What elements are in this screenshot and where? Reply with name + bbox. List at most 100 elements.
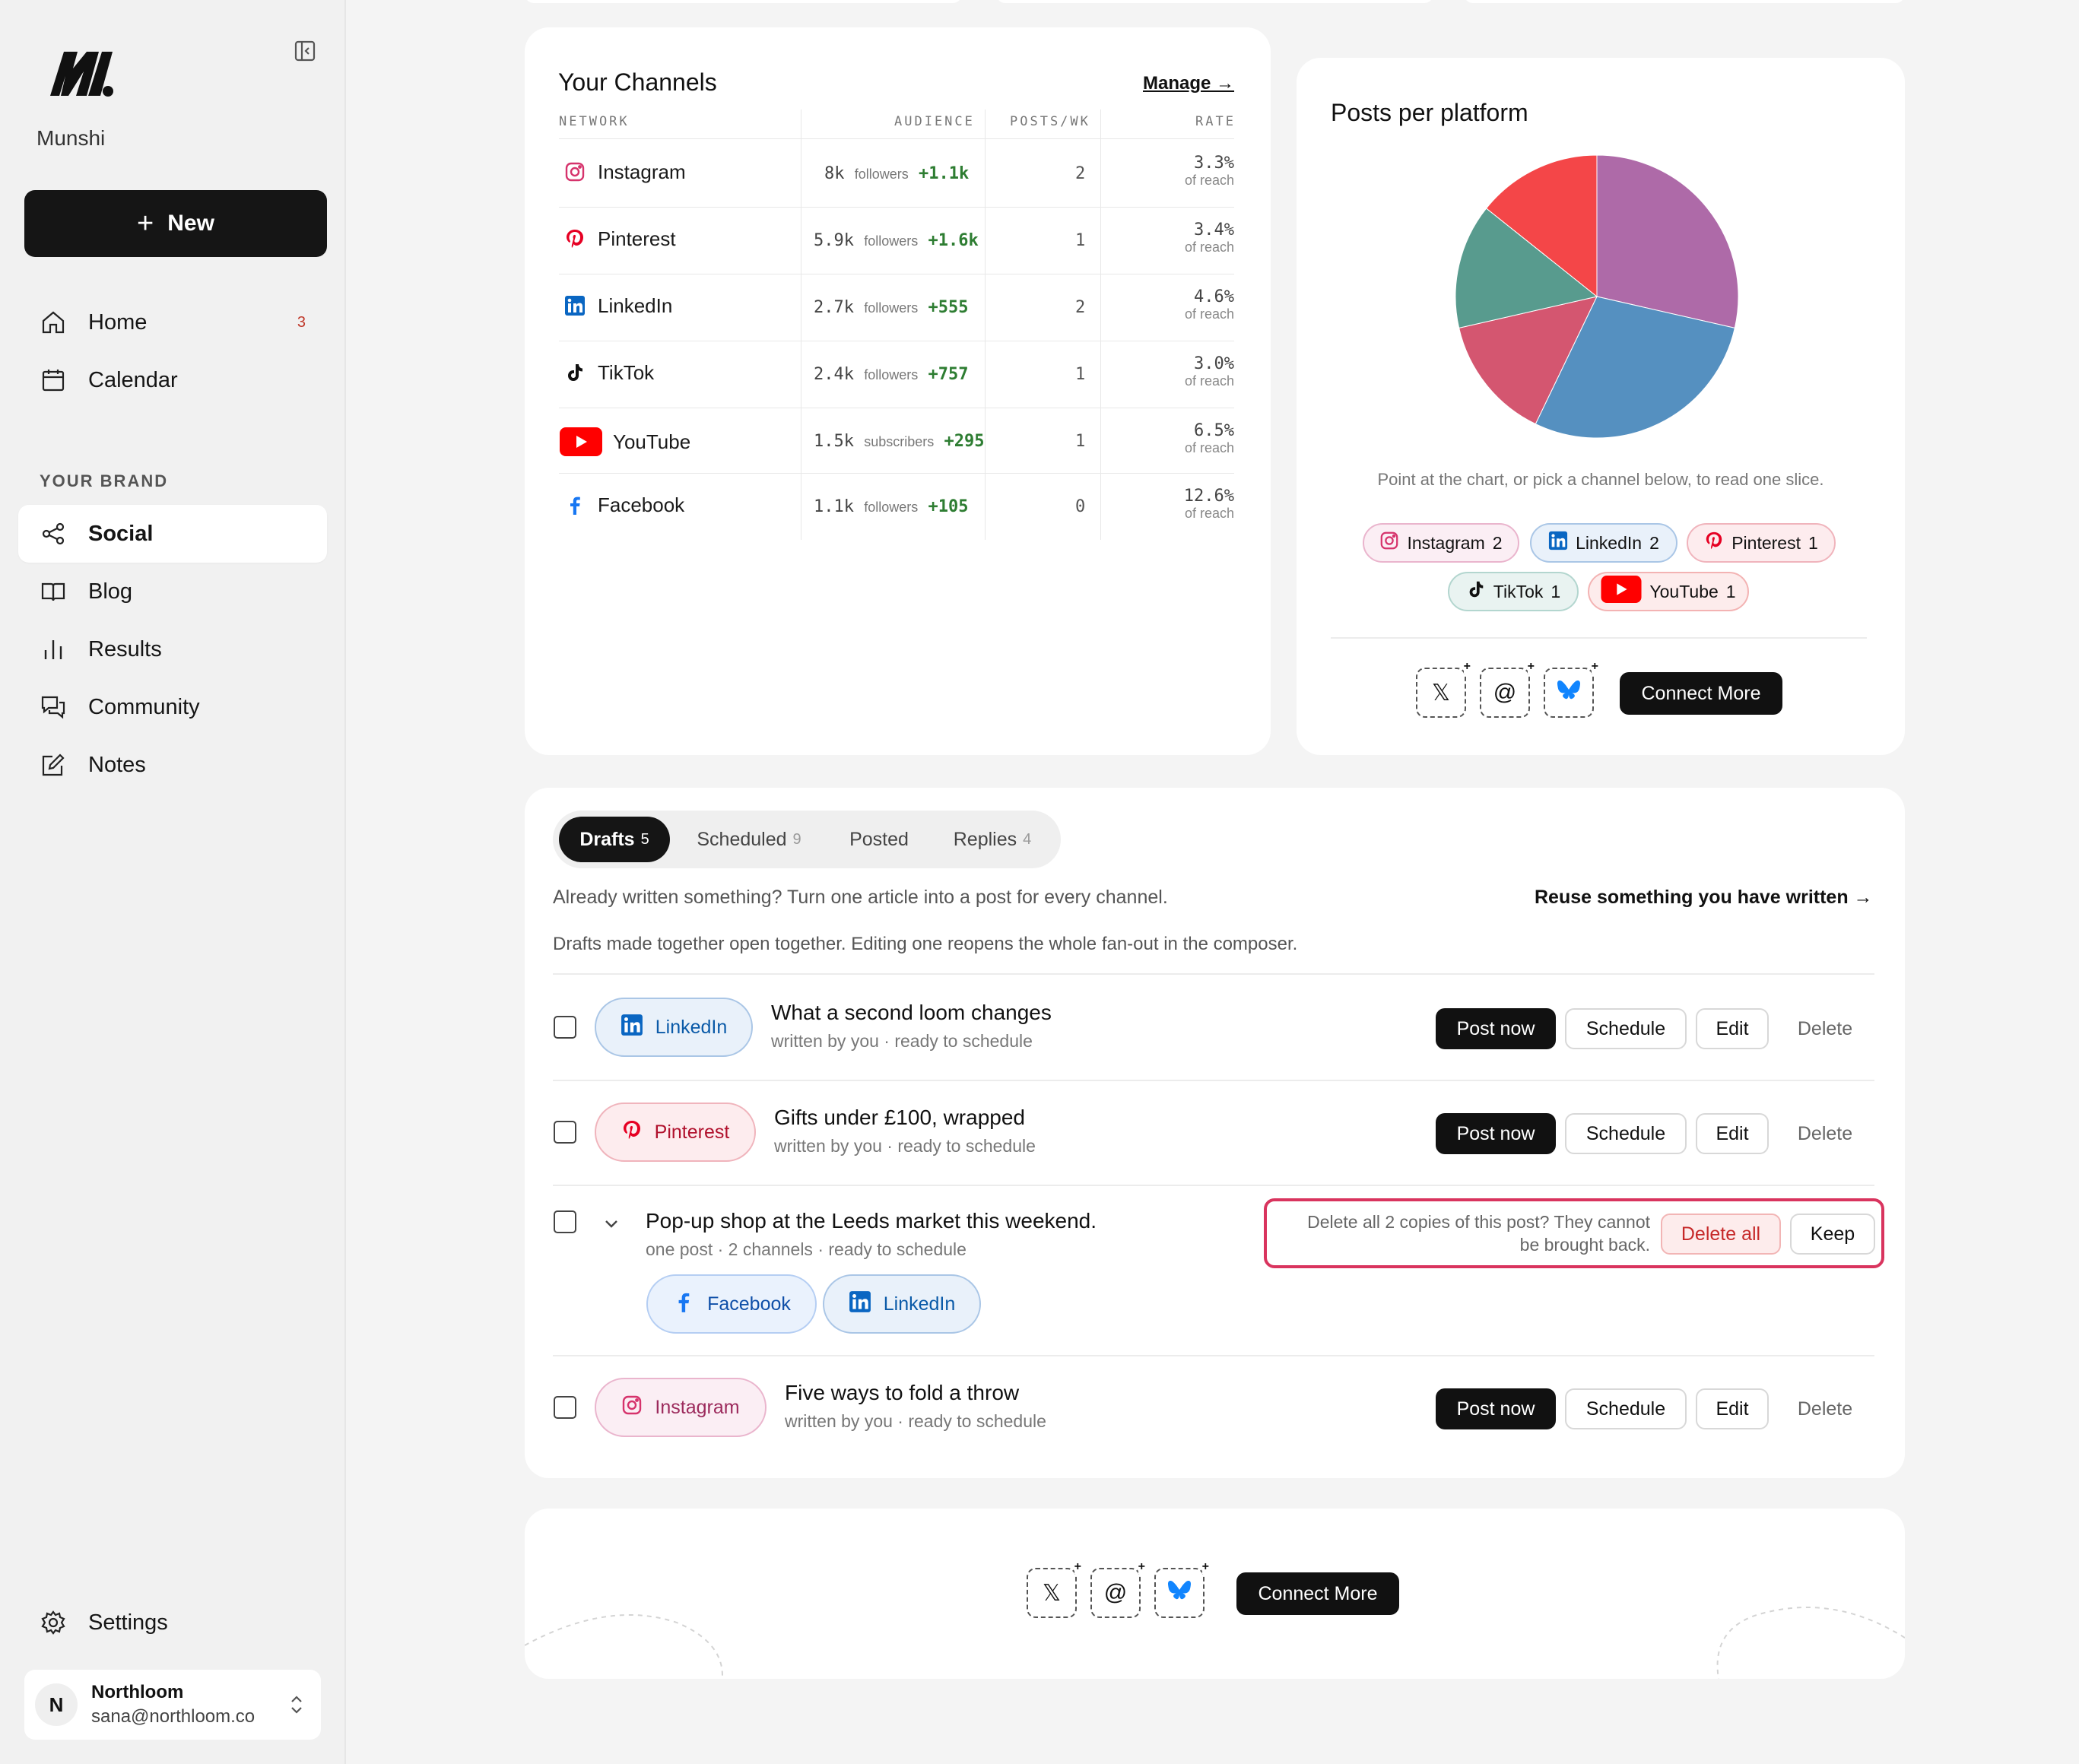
audience-count: 1.1k — [814, 497, 854, 516]
sidebar-item-calendar[interactable]: Calendar — [18, 351, 327, 409]
x-logo-icon: 𝕏 — [1431, 680, 1451, 706]
pinterest-icon — [1704, 531, 1724, 555]
channel-name: TikTok — [598, 360, 655, 384]
tab-scheduled[interactable]: Scheduled 9 — [684, 817, 814, 862]
channel-name: LinkedIn — [598, 293, 673, 317]
posts-pie-chart[interactable] — [1445, 152, 1749, 449]
legend-pill-youtube[interactable]: YouTube 1 — [1588, 572, 1749, 611]
audience-cell: 1.5k subscribers +295 — [814, 432, 986, 451]
chevron-down-icon[interactable] — [602, 1217, 621, 1236]
sidebar-item-community[interactable]: Community — [18, 678, 327, 736]
channel-row-facebook[interactable]: Facebook — [563, 493, 684, 517]
draft-checkbox[interactable] — [554, 1016, 576, 1039]
channel-row-instagram[interactable]: Instagram — [563, 160, 686, 184]
tab-posted[interactable]: Posted — [833, 817, 925, 862]
plus-icon: + — [1201, 1560, 1209, 1574]
connect-bluesky-button[interactable]: + — [1544, 660, 1598, 718]
tab-drafts[interactable]: Drafts 5 — [559, 817, 670, 862]
bluesky-icon — [1167, 1579, 1192, 1607]
gear-icon — [40, 1609, 67, 1636]
draft-checkbox[interactable] — [554, 1210, 576, 1233]
new-button-label: New — [167, 211, 214, 236]
draft-title[interactable]: What a second loom changes — [771, 1001, 1052, 1025]
channel-chip-instagram: Instagram — [595, 1378, 767, 1437]
post-now-button[interactable]: Post now — [1436, 1113, 1556, 1154]
posts-per-week: 1 — [1075, 365, 1086, 384]
facebook-icon — [563, 493, 587, 517]
audience-unit: followers — [854, 167, 909, 182]
rate-cell: 12.6% of reach — [1128, 487, 1234, 522]
delete-button[interactable]: Delete — [1778, 1113, 1872, 1154]
sidebar-item-notes[interactable]: Notes — [18, 736, 327, 794]
connect-x-button[interactable]: 𝕏 + — [1416, 660, 1471, 718]
account-switcher[interactable]: N Northloom sana@northloom.co — [24, 1670, 321, 1740]
youtube-icon — [1601, 576, 1642, 608]
draft-title[interactable]: Pop-up shop at the Leeds market this wee… — [646, 1209, 1097, 1233]
sidebar-item-home[interactable]: Home 3 — [18, 293, 327, 351]
header-rate: RATE — [1195, 114, 1236, 129]
connect-threads-button[interactable]: @ + — [1090, 1560, 1145, 1618]
tab-label: Posted — [849, 828, 909, 850]
delete-confirmation: Delete all 2 copies of this post? They c… — [1264, 1198, 1884, 1268]
plus-icon: + — [1527, 660, 1535, 674]
legend-label: Instagram — [1407, 532, 1485, 553]
audience-cell: 5.9k followers +1.6k — [814, 231, 979, 250]
legend-pill-pinterest[interactable]: Pinterest 1 — [1687, 523, 1836, 563]
channel-chip-pinterest: Pinterest — [595, 1102, 756, 1162]
sidebar-item-settings[interactable]: Settings — [18, 1594, 327, 1651]
edit-button[interactable]: Edit — [1696, 1388, 1769, 1429]
sidebar-item-social[interactable]: Social — [18, 505, 327, 563]
tab-count: 4 — [1023, 830, 1032, 848]
sidebar-item-blog[interactable]: Blog — [18, 563, 327, 620]
rate-cell: 3.3% of reach — [1128, 154, 1234, 189]
keep-button[interactable]: Keep — [1790, 1214, 1875, 1255]
manage-link[interactable]: Manage → — [1143, 73, 1234, 94]
confirm-text: Delete all 2 copies of this post? They c… — [1285, 1210, 1650, 1256]
sidebar-collapse-icon[interactable] — [294, 40, 316, 62]
connect-more-button[interactable]: Connect More — [1236, 1572, 1399, 1615]
edit-button[interactable]: Edit — [1696, 1113, 1769, 1154]
post-now-button[interactable]: Post now — [1436, 1008, 1556, 1049]
posts-chart-title: Posts per platform — [1331, 99, 1528, 126]
tab-replies[interactable]: Replies 4 — [943, 817, 1042, 862]
legend-pill-instagram[interactable]: Instagram 2 — [1363, 523, 1519, 563]
instagram-icon — [563, 160, 587, 184]
row-divider — [559, 207, 1234, 208]
brand-logo[interactable] — [47, 46, 117, 99]
tab-label: Scheduled — [697, 828, 787, 850]
delete-button[interactable]: Delete — [1778, 1008, 1872, 1049]
draft-title[interactable]: Gifts under £100, wrapped — [774, 1106, 1025, 1130]
connect-bluesky-button[interactable]: + — [1154, 1560, 1209, 1618]
schedule-button[interactable]: Schedule — [1565, 1008, 1687, 1049]
draft-title[interactable]: Five ways to fold a throw — [785, 1381, 1019, 1405]
audience-cell: 1.1k followers +105 — [814, 497, 969, 516]
schedule-button[interactable]: Schedule — [1565, 1113, 1687, 1154]
card-stub — [1464, 0, 1905, 3]
post-now-button[interactable]: Post now — [1436, 1388, 1556, 1429]
edit-button[interactable]: Edit — [1696, 1008, 1769, 1049]
instagram-icon — [1379, 531, 1399, 555]
schedule-button[interactable]: Schedule — [1565, 1388, 1687, 1429]
channel-row-pinterest[interactable]: Pinterest — [563, 227, 676, 251]
legend-pill-linkedin[interactable]: LinkedIn 2 — [1530, 523, 1677, 563]
channel-row-tiktok[interactable]: TikTok — [563, 360, 654, 385]
legend-pill-tiktok[interactable]: TikTok 1 — [1448, 572, 1579, 611]
channel-row-youtube[interactable]: YouTube — [560, 427, 690, 456]
channel-row-linkedin[interactable]: LinkedIn — [563, 293, 672, 318]
delete-all-button[interactable]: Delete all — [1661, 1214, 1781, 1255]
connect-x-button[interactable]: 𝕏 + — [1027, 1560, 1081, 1618]
draft-checkbox[interactable] — [554, 1121, 576, 1144]
posts-per-week: 1 — [1075, 432, 1086, 451]
connect-more-button[interactable]: Connect More — [1620, 672, 1782, 715]
avatar: N — [35, 1683, 78, 1726]
sidebar-item-results[interactable]: Results — [18, 620, 327, 678]
delete-button[interactable]: Delete — [1778, 1388, 1872, 1429]
header-posts: POSTS/WK — [1010, 114, 1090, 129]
plus-icon: + — [1591, 660, 1598, 674]
drafts-note: Drafts made together open together. Edit… — [553, 934, 1298, 954]
reuse-link[interactable]: Reuse something you have written → — [1535, 887, 1873, 909]
new-button[interactable]: + New — [24, 190, 327, 257]
draft-checkbox[interactable] — [554, 1396, 576, 1419]
connect-threads-button[interactable]: @ + — [1480, 660, 1535, 718]
column-divider — [1100, 109, 1101, 540]
